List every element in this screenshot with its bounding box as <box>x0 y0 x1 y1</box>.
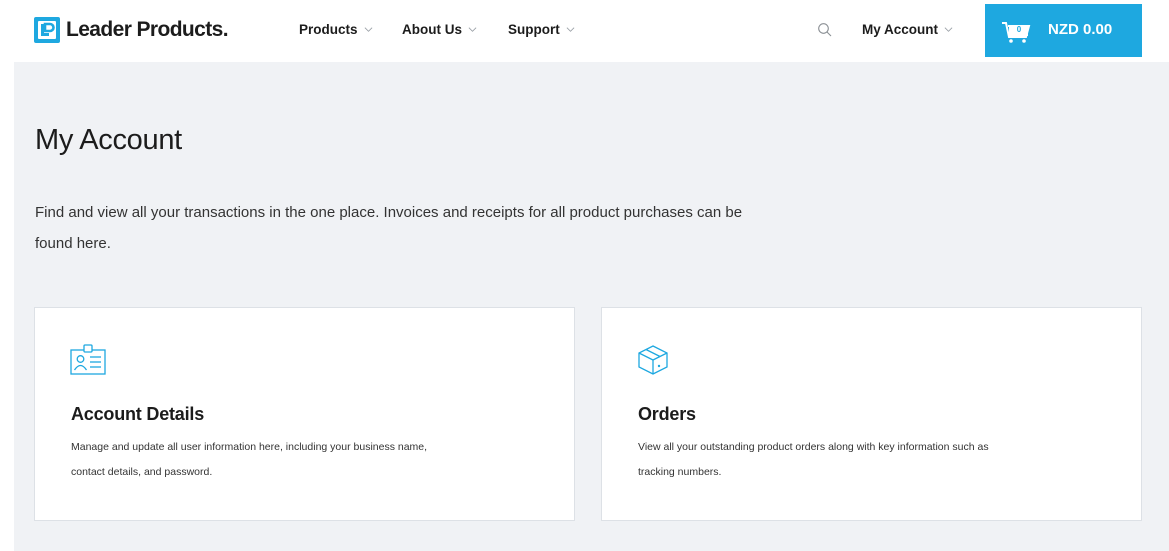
card-description: Manage and update all user information h… <box>71 441 428 478</box>
card-title: Account Details <box>71 404 205 424</box>
chevron-down-icon <box>944 27 953 32</box>
cart-button[interactable]: 0 NZD 0.00 <box>985 4 1142 57</box>
nav-support-label: Support <box>508 22 560 37</box>
cart-count-badge: 0 <box>1016 25 1022 34</box>
page-intro: Find and view all your transactions in t… <box>35 204 743 252</box>
nav-about-us[interactable]: About Us <box>402 22 477 37</box>
chevron-down-icon <box>364 27 372 32</box>
cart-total: NZD 0.00 <box>1048 21 1113 38</box>
box-icon <box>637 344 673 376</box>
nav-about-label: About Us <box>402 22 462 37</box>
card-description: View all your outstanding product orders… <box>638 441 989 478</box>
card-title: Orders <box>638 404 696 424</box>
account-details-card[interactable]: Account Details Manage and update all us… <box>34 307 575 521</box>
page-title: My Account <box>35 124 182 156</box>
nav-support[interactable]: Support <box>508 22 575 37</box>
nav-my-account[interactable]: My Account <box>862 22 953 37</box>
chevron-down-icon <box>468 27 477 32</box>
nav-account-label: My Account <box>862 22 939 37</box>
nav-products-label: Products <box>299 22 358 37</box>
logo-link[interactable]: Leader Products. <box>34 17 229 43</box>
logo-text: Leader Products. <box>66 18 229 41</box>
id-card-icon <box>70 344 106 376</box>
search-icon[interactable] <box>817 22 833 38</box>
site-header: Leader Products. Products About Us Suppo… <box>0 0 1169 62</box>
logo-icon <box>34 17 60 43</box>
orders-card[interactable]: Orders View all your outstanding product… <box>601 307 1142 521</box>
chevron-down-icon <box>566 27 575 32</box>
nav-products[interactable]: Products <box>299 22 373 37</box>
